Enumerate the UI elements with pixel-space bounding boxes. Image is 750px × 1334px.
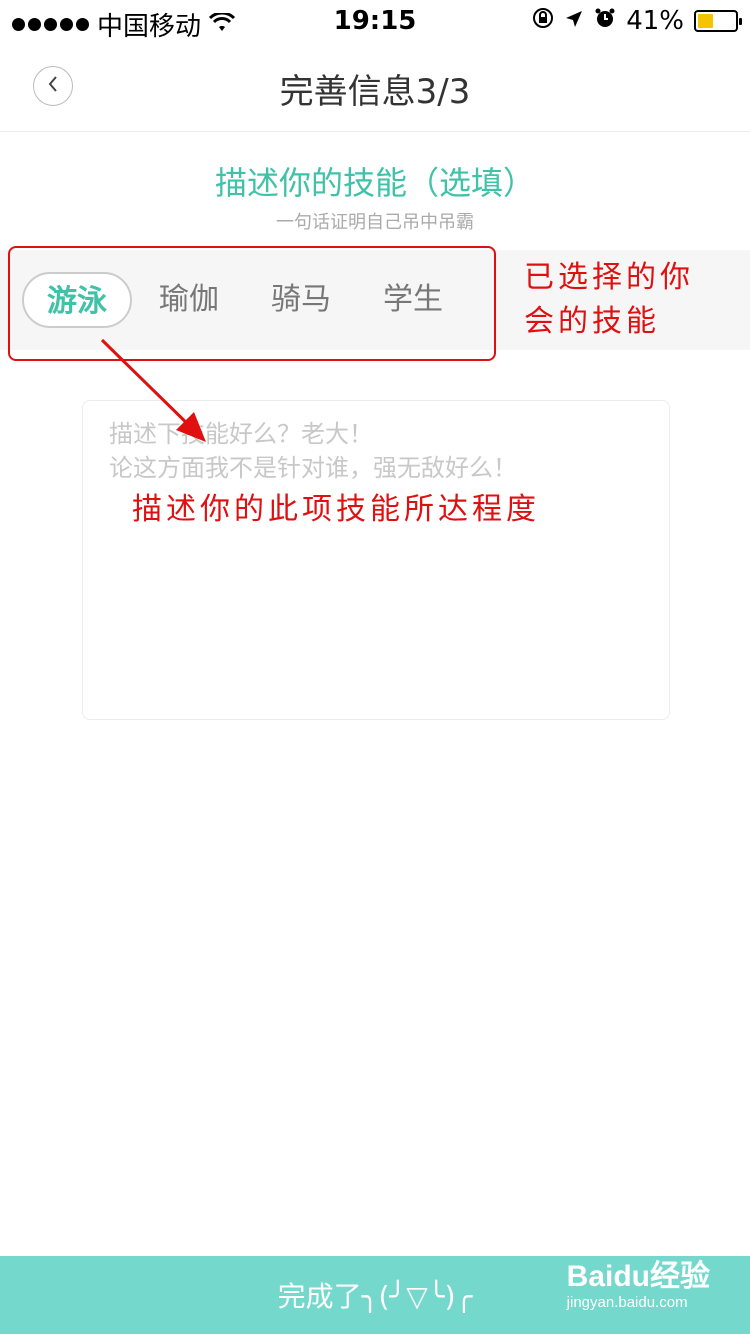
done-button-label: 完成了╮(╯▽╰)╭ bbox=[277, 1280, 473, 1313]
watermark-logo: Baidu经验 bbox=[566, 1260, 710, 1293]
annotation-arrow-icon bbox=[100, 338, 206, 442]
watermark-url: jingyan.baidu.com bbox=[566, 1294, 688, 1311]
baidu-watermark: Baidu经验 jingyan.baidu.com bbox=[567, 1260, 710, 1312]
